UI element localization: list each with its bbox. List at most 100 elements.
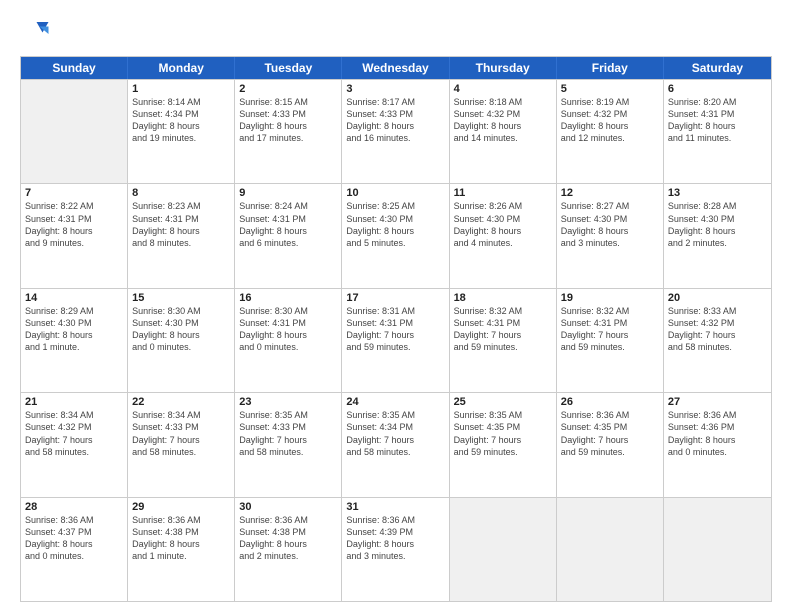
day-number: 24 [346,396,444,408]
day-number: 23 [239,396,337,408]
calendar-cell: 2Sunrise: 8:15 AM Sunset: 4:33 PM Daylig… [235,80,342,183]
day-number: 31 [346,501,444,513]
day-info: Sunrise: 8:32 AM Sunset: 4:31 PM Dayligh… [454,305,552,354]
calendar-cell: 14Sunrise: 8:29 AM Sunset: 4:30 PM Dayli… [21,289,128,392]
day-number: 16 [239,292,337,304]
day-number: 1 [132,83,230,95]
day-info: Sunrise: 8:19 AM Sunset: 4:32 PM Dayligh… [561,96,659,145]
calendar-cell: 25Sunrise: 8:35 AM Sunset: 4:35 PM Dayli… [450,393,557,496]
day-number: 26 [561,396,659,408]
day-info: Sunrise: 8:31 AM Sunset: 4:31 PM Dayligh… [346,305,444,354]
calendar-cell: 3Sunrise: 8:17 AM Sunset: 4:33 PM Daylig… [342,80,449,183]
calendar-cell: 22Sunrise: 8:34 AM Sunset: 4:33 PM Dayli… [128,393,235,496]
day-info: Sunrise: 8:22 AM Sunset: 4:31 PM Dayligh… [25,200,123,249]
calendar-cell: 29Sunrise: 8:36 AM Sunset: 4:38 PM Dayli… [128,498,235,601]
calendar-header-cell: Saturday [664,57,771,79]
day-info: Sunrise: 8:30 AM Sunset: 4:31 PM Dayligh… [239,305,337,354]
day-info: Sunrise: 8:36 AM Sunset: 4:38 PM Dayligh… [239,514,337,563]
calendar-cell [450,498,557,601]
day-info: Sunrise: 8:36 AM Sunset: 4:35 PM Dayligh… [561,409,659,458]
calendar-cell: 10Sunrise: 8:25 AM Sunset: 4:30 PM Dayli… [342,184,449,287]
calendar-cell [557,498,664,601]
calendar-cell: 19Sunrise: 8:32 AM Sunset: 4:31 PM Dayli… [557,289,664,392]
day-info: Sunrise: 8:28 AM Sunset: 4:30 PM Dayligh… [668,200,767,249]
day-info: Sunrise: 8:27 AM Sunset: 4:30 PM Dayligh… [561,200,659,249]
day-info: Sunrise: 8:15 AM Sunset: 4:33 PM Dayligh… [239,96,337,145]
calendar-cell: 24Sunrise: 8:35 AM Sunset: 4:34 PM Dayli… [342,393,449,496]
calendar-header-cell: Monday [128,57,235,79]
calendar-cell: 12Sunrise: 8:27 AM Sunset: 4:30 PM Dayli… [557,184,664,287]
calendar-cell: 1Sunrise: 8:14 AM Sunset: 4:34 PM Daylig… [128,80,235,183]
day-number: 17 [346,292,444,304]
calendar-cell: 18Sunrise: 8:32 AM Sunset: 4:31 PM Dayli… [450,289,557,392]
logo [20,16,54,46]
calendar-cell: 20Sunrise: 8:33 AM Sunset: 4:32 PM Dayli… [664,289,771,392]
day-number: 25 [454,396,552,408]
day-number: 28 [25,501,123,513]
calendar-cell: 28Sunrise: 8:36 AM Sunset: 4:37 PM Dayli… [21,498,128,601]
day-number: 11 [454,187,552,199]
calendar-cell: 30Sunrise: 8:36 AM Sunset: 4:38 PM Dayli… [235,498,342,601]
day-number: 7 [25,187,123,199]
day-number: 20 [668,292,767,304]
day-info: Sunrise: 8:25 AM Sunset: 4:30 PM Dayligh… [346,200,444,249]
calendar-cell [21,80,128,183]
calendar-cell: 17Sunrise: 8:31 AM Sunset: 4:31 PM Dayli… [342,289,449,392]
calendar-cell: 27Sunrise: 8:36 AM Sunset: 4:36 PM Dayli… [664,393,771,496]
calendar-row: 14Sunrise: 8:29 AM Sunset: 4:30 PM Dayli… [21,288,771,392]
day-info: Sunrise: 8:24 AM Sunset: 4:31 PM Dayligh… [239,200,337,249]
day-number: 27 [668,396,767,408]
day-info: Sunrise: 8:29 AM Sunset: 4:30 PM Dayligh… [25,305,123,354]
calendar-cell: 31Sunrise: 8:36 AM Sunset: 4:39 PM Dayli… [342,498,449,601]
day-number: 18 [454,292,552,304]
day-number: 2 [239,83,337,95]
calendar-row: 1Sunrise: 8:14 AM Sunset: 4:34 PM Daylig… [21,79,771,183]
calendar-cell: 23Sunrise: 8:35 AM Sunset: 4:33 PM Dayli… [235,393,342,496]
calendar-row: 28Sunrise: 8:36 AM Sunset: 4:37 PM Dayli… [21,497,771,601]
day-info: Sunrise: 8:20 AM Sunset: 4:31 PM Dayligh… [668,96,767,145]
day-number: 6 [668,83,767,95]
day-info: Sunrise: 8:34 AM Sunset: 4:32 PM Dayligh… [25,409,123,458]
calendar-body: 1Sunrise: 8:14 AM Sunset: 4:34 PM Daylig… [21,79,771,601]
calendar-cell: 26Sunrise: 8:36 AM Sunset: 4:35 PM Dayli… [557,393,664,496]
logo-icon [20,16,50,46]
day-number: 8 [132,187,230,199]
calendar-cell: 15Sunrise: 8:30 AM Sunset: 4:30 PM Dayli… [128,289,235,392]
calendar-row: 21Sunrise: 8:34 AM Sunset: 4:32 PM Dayli… [21,392,771,496]
day-number: 30 [239,501,337,513]
calendar: SundayMondayTuesdayWednesdayThursdayFrid… [20,56,772,602]
day-number: 14 [25,292,123,304]
day-info: Sunrise: 8:35 AM Sunset: 4:34 PM Dayligh… [346,409,444,458]
day-info: Sunrise: 8:34 AM Sunset: 4:33 PM Dayligh… [132,409,230,458]
day-number: 15 [132,292,230,304]
calendar-header-cell: Wednesday [342,57,449,79]
day-info: Sunrise: 8:35 AM Sunset: 4:33 PM Dayligh… [239,409,337,458]
calendar-header-cell: Sunday [21,57,128,79]
day-info: Sunrise: 8:35 AM Sunset: 4:35 PM Dayligh… [454,409,552,458]
day-info: Sunrise: 8:17 AM Sunset: 4:33 PM Dayligh… [346,96,444,145]
day-number: 5 [561,83,659,95]
day-info: Sunrise: 8:23 AM Sunset: 4:31 PM Dayligh… [132,200,230,249]
day-number: 4 [454,83,552,95]
header [20,16,772,46]
calendar-cell: 21Sunrise: 8:34 AM Sunset: 4:32 PM Dayli… [21,393,128,496]
calendar-header-cell: Friday [557,57,664,79]
day-number: 10 [346,187,444,199]
calendar-cell: 4Sunrise: 8:18 AM Sunset: 4:32 PM Daylig… [450,80,557,183]
calendar-page: SundayMondayTuesdayWednesdayThursdayFrid… [0,0,792,612]
calendar-cell: 8Sunrise: 8:23 AM Sunset: 4:31 PM Daylig… [128,184,235,287]
day-info: Sunrise: 8:18 AM Sunset: 4:32 PM Dayligh… [454,96,552,145]
day-info: Sunrise: 8:36 AM Sunset: 4:39 PM Dayligh… [346,514,444,563]
day-number: 29 [132,501,230,513]
day-number: 21 [25,396,123,408]
day-info: Sunrise: 8:36 AM Sunset: 4:38 PM Dayligh… [132,514,230,563]
day-number: 9 [239,187,337,199]
day-number: 12 [561,187,659,199]
calendar-header-cell: Thursday [450,57,557,79]
calendar-cell: 6Sunrise: 8:20 AM Sunset: 4:31 PM Daylig… [664,80,771,183]
calendar-cell: 16Sunrise: 8:30 AM Sunset: 4:31 PM Dayli… [235,289,342,392]
day-info: Sunrise: 8:32 AM Sunset: 4:31 PM Dayligh… [561,305,659,354]
day-number: 3 [346,83,444,95]
calendar-header-cell: Tuesday [235,57,342,79]
day-info: Sunrise: 8:33 AM Sunset: 4:32 PM Dayligh… [668,305,767,354]
